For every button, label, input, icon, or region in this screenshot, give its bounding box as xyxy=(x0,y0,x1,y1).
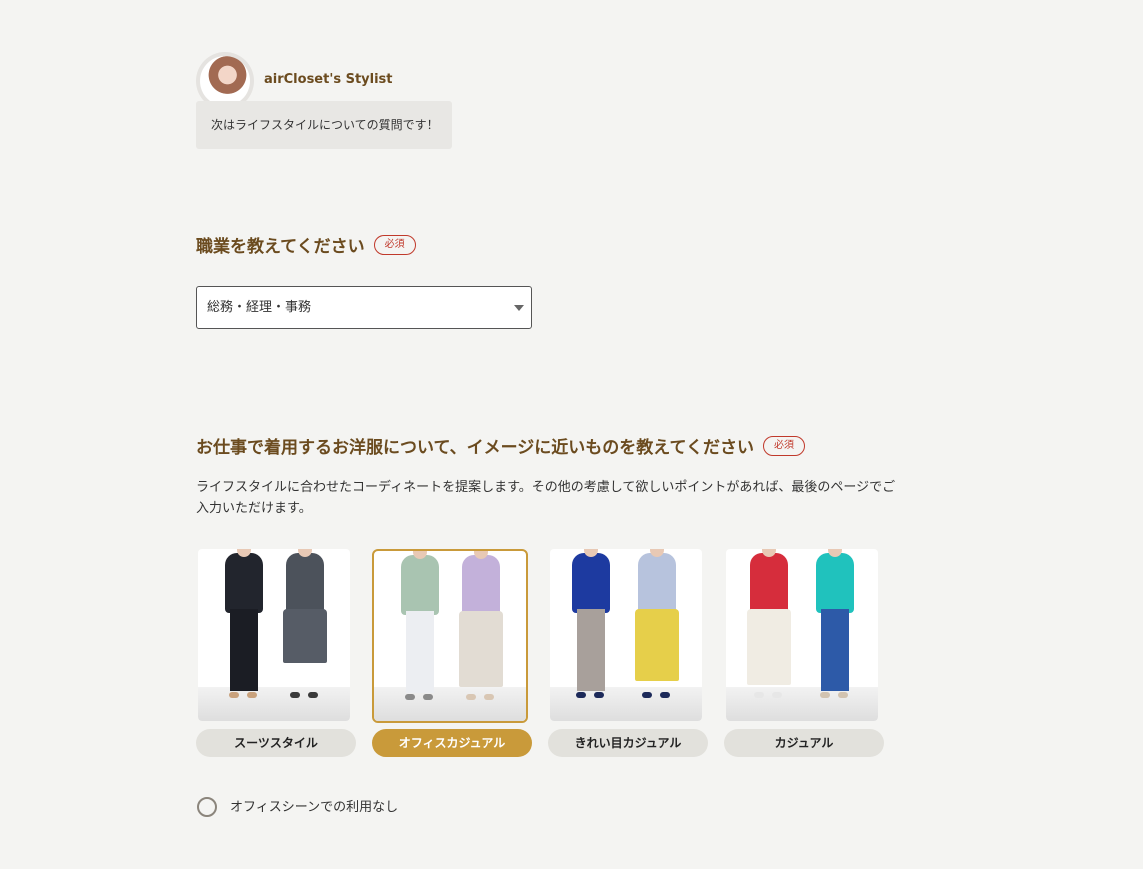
office-casual-photo xyxy=(372,549,528,723)
stylist-name: airCloset's Stylist xyxy=(264,72,393,87)
workwear-question-heading: お仕事で着用するお洋服について、イメージに近いものを教えてください 必須 xyxy=(196,433,805,458)
occupation-question-heading: 職業を教えてください 必須 xyxy=(196,232,416,257)
casual-photo xyxy=(726,549,878,721)
chevron-down-icon xyxy=(514,305,524,311)
no-office-use-option[interactable]: オフィスシーンでの利用なし xyxy=(197,797,398,817)
required-badge: 必須 xyxy=(762,435,805,456)
no-office-use-label: オフィスシーンでの利用なし xyxy=(230,799,399,815)
style-option-label: きれい目カジュアル xyxy=(548,729,708,757)
occupation-select-value: 総務・経理・事務 xyxy=(207,300,312,315)
occupation-question-title: 職業を教えてください xyxy=(196,237,365,257)
suit-style-photo xyxy=(198,549,350,721)
required-badge: 必須 xyxy=(373,234,416,255)
stylist-message-bubble: 次はライフスタイルについての質問です！ xyxy=(196,101,452,149)
radio-button[interactable] xyxy=(197,797,217,817)
style-option-label: カジュアル xyxy=(724,729,884,757)
style-option-label: スーツスタイル xyxy=(196,729,356,757)
smart-casual-photo xyxy=(550,549,702,721)
stylist-photo xyxy=(200,56,250,106)
workwear-question-title: お仕事で着用するお洋服について、イメージに近いものを教えてください xyxy=(196,438,754,458)
occupation-select[interactable]: 総務・経理・事務 xyxy=(196,286,532,329)
style-option-label: オフィスカジュアル xyxy=(372,729,532,757)
workwear-question-description: ライフスタイルに合わせたコーディネートを提案します。その他の考慮して欲しいポイン… xyxy=(196,480,896,516)
